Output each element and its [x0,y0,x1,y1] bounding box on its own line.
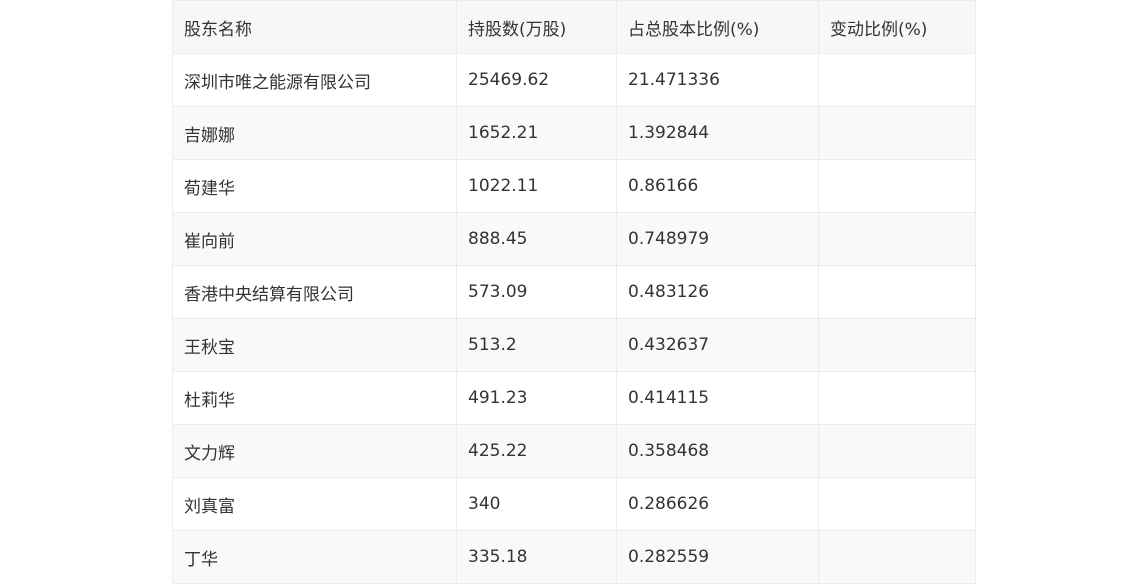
cell-change-ratio [818,318,976,372]
cell-shares-held: 425.22 [456,424,617,478]
cell-share-ratio: 0.432637 [616,318,819,372]
cell-share-ratio: 21.471336 [616,53,819,107]
cell-share-ratio: 0.358468 [616,424,819,478]
cell-share-ratio: 0.483126 [616,265,819,319]
shareholders-table: 股东名称 持股数(万股) 占总股本比例(%) 变动比例(%) 深圳市唯之能源有限… [172,0,976,584]
cell-shareholder-name: 吉娜娜 [172,106,457,160]
header-change-ratio: 变动比例(%) [818,0,976,54]
cell-shareholder-name: 崔向前 [172,212,457,266]
cell-shareholder-name: 荀建华 [172,159,457,213]
cell-shares-held: 491.23 [456,371,617,425]
cell-share-ratio: 1.392844 [616,106,819,160]
cell-shareholder-name: 深圳市唯之能源有限公司 [172,53,457,107]
table-row: 王秋宝 513.2 0.432637 [172,318,976,372]
table-row: 吉娜娜 1652.21 1.392844 [172,106,976,160]
cell-shares-held: 1022.11 [456,159,617,213]
table-row: 杜莉华 491.23 0.414115 [172,371,976,425]
cell-change-ratio [818,424,976,478]
cell-share-ratio: 0.414115 [616,371,819,425]
cell-shares-held: 25469.62 [456,53,617,107]
cell-share-ratio: 0.748979 [616,212,819,266]
table-row: 文力辉 425.22 0.358468 [172,424,976,478]
table-row: 荀建华 1022.11 0.86166 [172,159,976,213]
cell-shareholder-name: 香港中央结算有限公司 [172,265,457,319]
header-shareholder-name: 股东名称 [172,0,457,54]
cell-change-ratio [818,265,976,319]
cell-shares-held: 888.45 [456,212,617,266]
table-header-row: 股东名称 持股数(万股) 占总股本比例(%) 变动比例(%) [172,0,976,54]
cell-share-ratio: 0.286626 [616,477,819,531]
cell-change-ratio [818,477,976,531]
cell-change-ratio [818,212,976,266]
cell-change-ratio [818,159,976,213]
table-row: 刘真富 340 0.286626 [172,477,976,531]
table-row: 香港中央结算有限公司 573.09 0.483126 [172,265,976,319]
cell-share-ratio: 0.86166 [616,159,819,213]
table-row: 深圳市唯之能源有限公司 25469.62 21.471336 [172,53,976,107]
cell-shares-held: 340 [456,477,617,531]
cell-shareholder-name: 杜莉华 [172,371,457,425]
cell-shares-held: 1652.21 [456,106,617,160]
header-shares-held: 持股数(万股) [456,0,617,54]
cell-shares-held: 513.2 [456,318,617,372]
cell-change-ratio [818,371,976,425]
cell-shareholder-name: 王秋宝 [172,318,457,372]
table-row: 崔向前 888.45 0.748979 [172,212,976,266]
cell-shares-held: 573.09 [456,265,617,319]
cell-shareholder-name: 文力辉 [172,424,457,478]
cell-change-ratio [818,53,976,107]
cell-shareholder-name: 刘真富 [172,477,457,531]
header-share-ratio: 占总股本比例(%) [616,0,819,54]
cell-change-ratio [818,106,976,160]
